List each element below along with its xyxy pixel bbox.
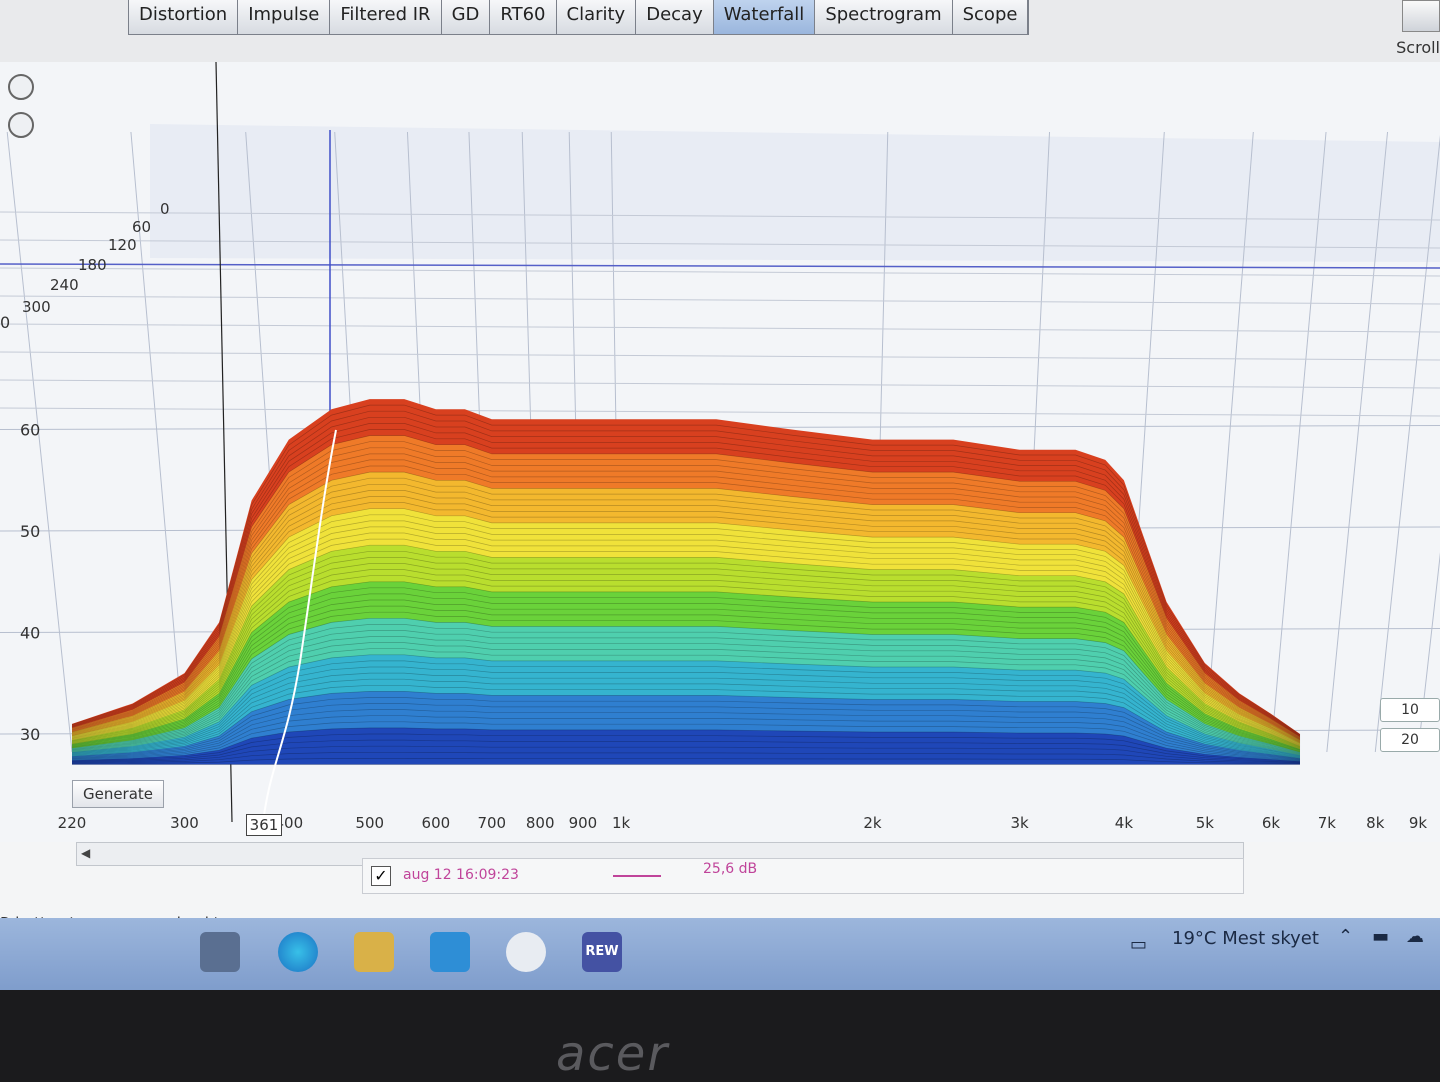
y-tick-label: 40	[20, 624, 40, 643]
tab-waterfall[interactable]: Waterfall	[713, 0, 816, 34]
x-tick-label: 8k	[1366, 814, 1385, 832]
tab-gd[interactable]: GD	[441, 0, 491, 34]
taskbar: REW ▭ 19°C Mest skyet ⌃ ▬ ☁	[0, 918, 1440, 990]
x-tick-label: 300	[170, 814, 199, 832]
mail-icon[interactable]	[430, 932, 470, 972]
z-tick-label: 60	[132, 218, 151, 236]
x-tick-label: 600	[422, 814, 451, 832]
right-scale-box-bottom[interactable]: 20	[1380, 728, 1440, 752]
rew-app-icon[interactable]: REW	[582, 932, 622, 972]
x-tick-label: 700	[477, 814, 506, 832]
tab-scope[interactable]: Scope	[952, 0, 1029, 34]
edge-browser-icon[interactable]	[278, 932, 318, 972]
x-tick-label: 4k	[1115, 814, 1134, 832]
x-tick-label: 800	[526, 814, 555, 832]
cursor-frequency-readout: 361	[246, 814, 282, 836]
tab-list: Distortion Impulse Filtered IR GD RT60 Clarit…	[128, 0, 1030, 35]
x-tick-label: 5k	[1196, 814, 1215, 832]
tray-chevron-icon[interactable]: ⌃	[1338, 926, 1353, 947]
task-view-icon[interactable]	[200, 932, 240, 972]
z-tick-label: 300	[22, 298, 51, 316]
x-tick-label: 2k	[863, 814, 882, 832]
tab-impulse[interactable]: Impulse	[238, 0, 331, 34]
x-tick-label: 500	[355, 814, 384, 832]
x-tick-label: 9k	[1409, 814, 1428, 832]
waterfall-plot[interactable]: 220 300 400 500 600 700 800 900 1k 2k 3k 4k 5k 6k 7k 8k…	[0, 62, 1440, 842]
z-tick-label: 120	[108, 236, 137, 254]
measurement-name: aug 12 16:09:23	[403, 867, 519, 883]
scroll-left-icon[interactable]: ◀	[81, 846, 90, 860]
app-circle-icon[interactable]	[506, 932, 546, 972]
x-tick-label: 220	[58, 814, 87, 832]
scroll-label: Scroll	[1396, 38, 1440, 57]
x-tick-label: 1k	[612, 814, 631, 832]
scroll-button[interactable]	[1402, 0, 1440, 32]
measurement-level: 25,6 dB	[703, 861, 758, 877]
screen: Distortion Impulse Filtered IR GD RT60 Clarit…	[0, 0, 1440, 990]
x-tick-label: 6k	[1262, 814, 1281, 832]
zoom-out-icon[interactable]	[8, 112, 34, 138]
x-tick-label: 900	[569, 814, 598, 832]
y-tick-label: 0	[0, 313, 10, 332]
y-tick-label: 50	[20, 522, 40, 541]
zoom-in-icon[interactable]	[8, 74, 34, 100]
tab-clarity[interactable]: Clarity	[556, 0, 637, 34]
z-tick-label: 180	[78, 256, 107, 274]
z-tick-label: 0	[160, 200, 170, 218]
tab-rt60[interactable]: RT60	[490, 0, 557, 34]
waterfall-chart: 220 300 400 500 600 700 800 900 1k 2k 3k 4k 5k 6k 7k 8k…	[0, 62, 1440, 842]
generate-button[interactable]: Generate	[72, 780, 164, 808]
x-tick-label: 7k	[1318, 814, 1337, 832]
tab-decay[interactable]: Decay	[636, 0, 714, 34]
x-tick-label: 3k	[1010, 814, 1029, 832]
back-wall	[150, 124, 1440, 262]
weather-icon[interactable]: ▭	[1130, 934, 1147, 955]
laptop-brand-logo: acer	[556, 1026, 670, 1082]
z-tick-label: 240	[50, 276, 79, 294]
right-scale-box-top[interactable]: 10	[1380, 698, 1440, 722]
measurement-line-swatch	[613, 875, 661, 877]
network-icon[interactable]: ▬	[1372, 926, 1389, 947]
weather-text[interactable]: 19°C Mest skyet	[1172, 928, 1319, 949]
tab-spectrogram[interactable]: Spectrogram	[815, 0, 953, 34]
tab-bar: Distortion Impulse Filtered IR GD RT60 Clarit…	[0, 0, 1440, 63]
measurement-checkbox[interactable]: ✓	[371, 866, 391, 886]
y-tick-label: 60	[20, 421, 40, 440]
tab-distortion[interactable]: Distortion	[129, 0, 239, 34]
cloud-icon[interactable]: ☁	[1406, 926, 1424, 947]
measurement-legend: ✓ aug 12 16:09:23 25,6 dB	[362, 858, 1244, 894]
y-tick-label: 30	[20, 725, 40, 744]
tab-filtered-ir[interactable]: Filtered IR	[330, 0, 442, 34]
file-explorer-icon[interactable]	[354, 932, 394, 972]
